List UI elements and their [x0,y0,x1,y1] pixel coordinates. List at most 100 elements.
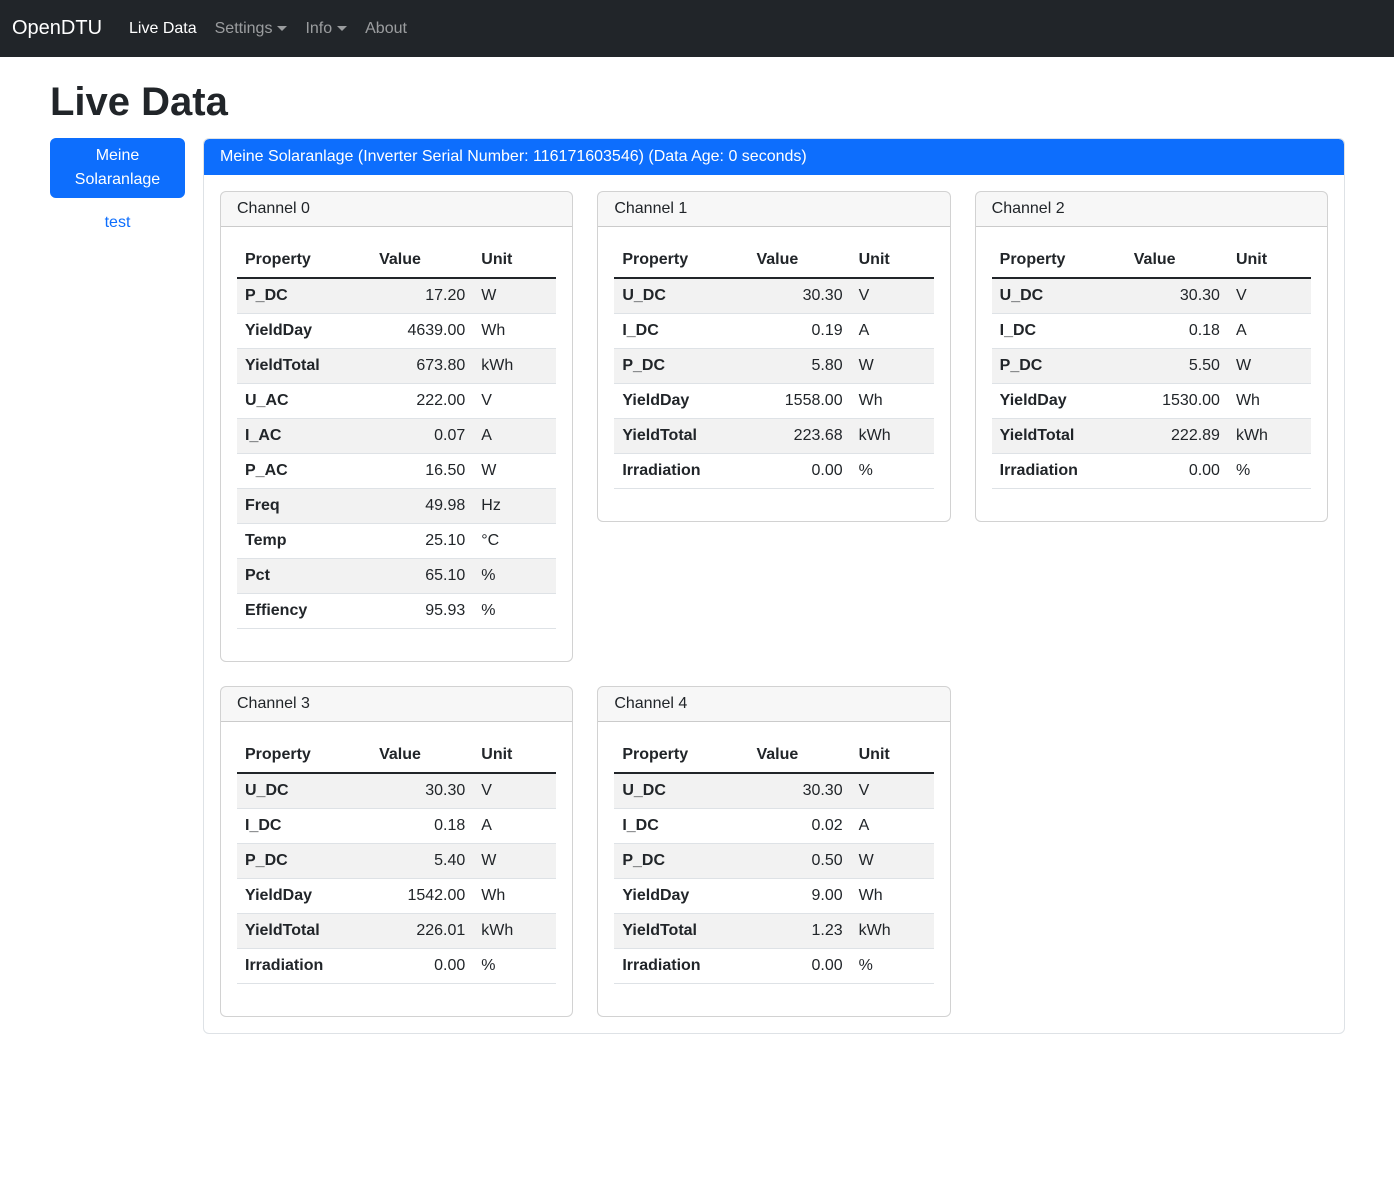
unit-cell: W [473,454,556,489]
table-row: P_DC5.50W [992,349,1311,384]
table-row: YieldTotal673.80kWh [237,349,556,384]
column-header-unit: Unit [473,243,556,278]
table-row: Irradiation0.00% [237,949,556,984]
property-cell: YieldDay [237,314,371,349]
property-cell: YieldTotal [237,349,371,384]
unit-cell: % [473,594,556,629]
table-row: Irradiation0.00% [992,454,1311,489]
property-cell: Irradiation [614,949,748,984]
column-header-unit: Unit [851,243,934,278]
value-cell: 673.80 [371,349,473,384]
column-header-value: Value [371,243,473,278]
unit-cell: Wh [473,879,556,914]
unit-cell: % [851,454,934,489]
unit-cell: kWh [851,914,934,949]
unit-cell: % [473,949,556,984]
column-header-unit: Unit [851,738,934,773]
unit-cell: % [851,949,934,984]
property-cell: Irradiation [614,454,748,489]
column-header-value: Value [748,738,850,773]
value-cell: 16.50 [371,454,473,489]
table-row: YieldDay1542.00Wh [237,879,556,914]
nav-item-about[interactable]: About [356,12,416,46]
channel-card: Channel 1 Property Value Unit U_DC30.30V… [597,191,950,522]
unit-cell: V [473,384,556,419]
property-cell: I_DC [237,809,371,844]
inverter-panel-body: Channel 0 Property Value Unit P_DC17.20W… [204,175,1344,1033]
value-cell: 49.98 [371,489,473,524]
table-row: YieldTotal226.01kWh [237,914,556,949]
value-cell: 0.50 [748,844,850,879]
inverter-link-test[interactable]: test [50,214,185,232]
channel-data-table: Property Value Unit P_DC17.20WYieldDay46… [237,243,556,629]
table-row: P_DC17.20W [237,278,556,314]
table-row: I_DC0.02A [614,809,933,844]
unit-cell: Wh [473,314,556,349]
channel-title: Channel 4 [598,687,949,722]
property-cell: Temp [237,524,371,559]
table-row: YieldDay1530.00Wh [992,384,1311,419]
channel-card: Channel 3 Property Value Unit U_DC30.30V… [220,686,573,1017]
property-cell: YieldDay [614,879,748,914]
table-row: YieldDay9.00Wh [614,879,933,914]
value-cell: 5.80 [748,349,850,384]
table-row: YieldTotal1.23kWh [614,914,933,949]
inverter-select-button[interactable]: Meine Solaranlage [50,138,185,198]
table-header-row: Property Value Unit [614,243,933,278]
value-cell: 1558.00 [748,384,850,419]
value-cell: 0.18 [1126,314,1228,349]
property-cell: U_DC [614,773,748,809]
column-header-property: Property [237,243,371,278]
property-cell: P_AC [237,454,371,489]
value-cell: 30.30 [371,773,473,809]
unit-cell: Wh [851,384,934,419]
unit-cell: % [473,559,556,594]
nav-item-settings[interactable]: Settings [206,12,297,46]
value-cell: 30.30 [748,773,850,809]
column-header-property: Property [237,738,371,773]
value-cell: 25.10 [371,524,473,559]
channel-title: Channel 2 [976,192,1327,227]
page-title: Live Data [50,80,1345,125]
table-row: U_AC222.00V [237,384,556,419]
channel-card: Channel 4 Property Value Unit U_DC30.30V… [597,686,950,1017]
table-row: YieldDay4639.00Wh [237,314,556,349]
table-header-row: Property Value Unit [614,738,933,773]
property-cell: YieldDay [237,879,371,914]
chevron-down-icon [277,26,287,31]
table-row: U_DC30.30V [992,278,1311,314]
column-header-value: Value [748,243,850,278]
property-cell: I_AC [237,419,371,454]
unit-cell: kWh [473,914,556,949]
property-cell: P_DC [614,349,748,384]
property-cell: I_DC [614,809,748,844]
brand-logo[interactable]: OpenDTU [12,17,102,40]
value-cell: 30.30 [748,278,850,314]
table-row: YieldDay1558.00Wh [614,384,933,419]
property-cell: Pct [237,559,371,594]
column-header-unit: Unit [473,738,556,773]
unit-cell: Wh [1228,384,1311,419]
unit-cell: kWh [1228,419,1311,454]
table-row: YieldTotal222.89kWh [992,419,1311,454]
property-cell: U_DC [237,773,371,809]
unit-cell: Hz [473,489,556,524]
channel-card: Channel 0 Property Value Unit P_DC17.20W… [220,191,573,662]
unit-cell: A [851,314,934,349]
table-header-row: Property Value Unit [992,243,1311,278]
nav-item-live-data[interactable]: Live Data [120,12,206,46]
value-cell: 4639.00 [371,314,473,349]
value-cell: 17.20 [371,278,473,314]
value-cell: 9.00 [748,879,850,914]
column-header-property: Property [614,738,748,773]
table-row: YieldTotal223.68kWh [614,419,933,454]
unit-cell: V [473,773,556,809]
channels-grid: Channel 0 Property Value Unit P_DC17.20W… [220,191,1328,1017]
channel-title: Channel 3 [221,687,572,722]
column-header-property: Property [614,243,748,278]
value-cell: 0.00 [748,454,850,489]
nav-item-info[interactable]: Info [296,12,356,46]
unit-cell: W [851,844,934,879]
table-row: Effiency95.93% [237,594,556,629]
value-cell: 0.19 [748,314,850,349]
